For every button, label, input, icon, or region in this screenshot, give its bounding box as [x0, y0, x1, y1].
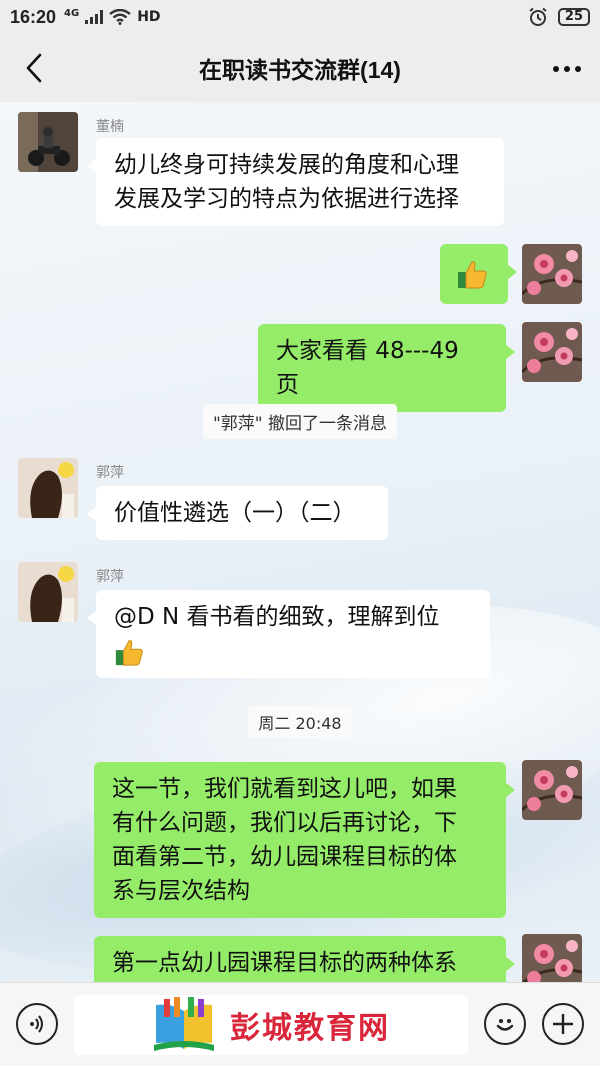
smiley-icon: [496, 1019, 514, 1031]
more-options-button[interactable]: [552, 52, 582, 78]
signal-icon: [85, 10, 104, 24]
more-dots-icon: [553, 66, 581, 72]
girl-hair-avatar: [18, 458, 78, 518]
chat-header: 在职读书交流群(14): [0, 34, 600, 102]
emoji-button[interactable]: [484, 1003, 526, 1045]
battery-indicator: 25: [557, 8, 590, 26]
message-bubble[interactable]: 第一点幼儿园课程目标的两种体系: [94, 936, 515, 982]
watermark-text: 彭城教育网: [230, 1011, 390, 1046]
pink-flower-avatar: [522, 244, 582, 304]
thumbs-up-icon: [458, 260, 487, 288]
pink-flower-avatar: [522, 760, 582, 820]
back-button[interactable]: [16, 50, 52, 86]
timestamp: 周二 20:48: [0, 706, 600, 738]
wifi-icon: [109, 9, 131, 25]
thumbs-up-icon: [115, 639, 143, 666]
plus-button[interactable]: [542, 1003, 584, 1045]
message-input[interactable]: 彭城教育网: [74, 995, 468, 1055]
voice-icon: [30, 1015, 43, 1033]
chat-message-list[interactable]: 董楠 幼儿终身可持续发展的角度和心理 发展及学习的特点为依据进行选择 大家看看 …: [0, 102, 600, 982]
pink-flower-avatar: [522, 934, 582, 982]
chevron-left-icon: [26, 53, 42, 83]
avatar[interactable]: [522, 244, 582, 304]
recall-notice: "郭萍" 撤回了一条消息: [0, 404, 600, 439]
avatar[interactable]: [18, 112, 78, 172]
sender-name: 董楠: [96, 119, 124, 135]
message-bubble[interactable]: @D N 看书看的细致，理解到位: [87, 590, 490, 678]
message-line: @D N 看书看的细致，理解到位: [114, 604, 440, 630]
message-bubble[interactable]: 价值性遴选（一）（二）: [87, 486, 388, 540]
status-icons: 4G HD: [64, 7, 161, 25]
message-bubble[interactable]: 大家看看 48---49 页: [258, 324, 515, 412]
avatar[interactable]: [18, 562, 78, 622]
chat-title: 在职读书交流群(14): [199, 57, 401, 83]
timestamp-label: 周二 20:48: [248, 706, 352, 738]
message-line: 这一节，我们就看到这儿吧，如果: [112, 776, 457, 802]
sender-name: 郭萍: [96, 569, 124, 585]
avatar[interactable]: [522, 934, 582, 982]
status-bar: 16:20 4G HD 25: [0, 0, 600, 34]
message-bubble[interactable]: [440, 244, 517, 304]
message-line: 发展及学习的特点为依据进行选择: [114, 186, 459, 212]
alarm-icon: [529, 7, 547, 26]
system-message: "郭萍" 撤回了一条消息: [202, 404, 398, 439]
message-line: 面看第二节，幼儿园课程目标的体: [112, 844, 457, 870]
network-type: 4G: [64, 7, 80, 19]
motorcycle-photo-avatar: [18, 112, 78, 172]
avatar[interactable]: [522, 760, 582, 820]
plus-icon: [553, 1014, 573, 1034]
message-bubble[interactable]: 幼儿终身可持续发展的角度和心理 发展及学习的特点为依据进行选择: [87, 138, 504, 226]
message-line: 系与层次结构: [112, 878, 250, 904]
hd-badge: HD: [137, 9, 161, 25]
girl-hair-avatar: [18, 562, 78, 622]
clock: 16:20: [10, 6, 57, 27]
message-line: 有什么问题，我们以后再讨论，下: [112, 810, 457, 836]
sender-name: 郭萍: [96, 465, 124, 481]
pink-flower-avatar: [522, 322, 582, 382]
avatar[interactable]: [522, 322, 582, 382]
book-logo-icon: [154, 997, 214, 1051]
message-bubble[interactable]: 这一节，我们就看到这儿吧，如果 有什么问题，我们以后再讨论，下 面看第二节，幼儿…: [94, 762, 515, 918]
voice-button[interactable]: [16, 1003, 58, 1045]
avatar[interactable]: [18, 458, 78, 518]
input-bar: 彭城教育网: [0, 982, 600, 1066]
message-line: 幼儿终身可持续发展的角度和心理: [114, 152, 459, 178]
